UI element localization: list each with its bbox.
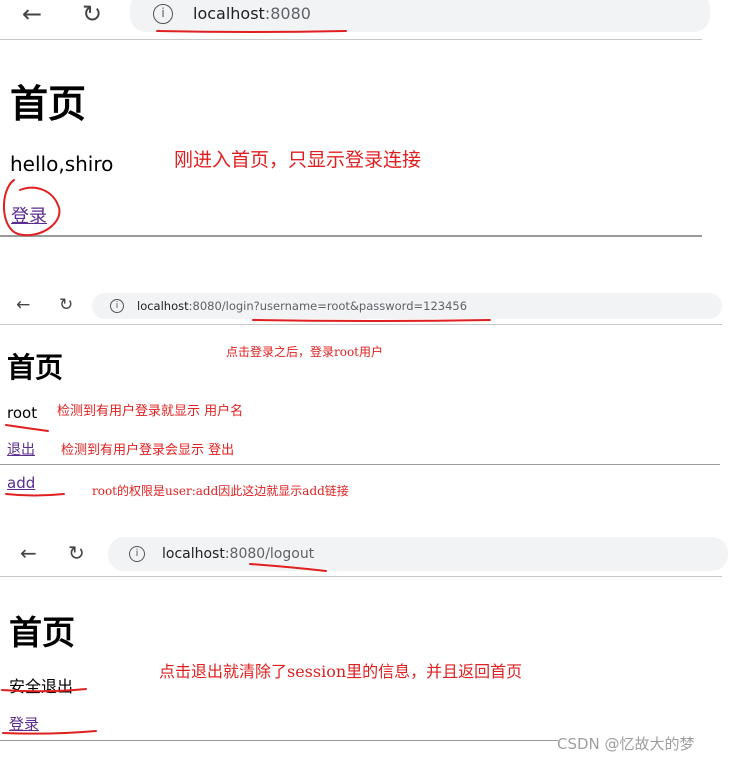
toolbar-divider (0, 324, 722, 325)
reload-button[interactable]: ↻ (82, 0, 102, 28)
reload-button[interactable]: ↻ (59, 295, 73, 315)
info-icon[interactable]: i (129, 546, 145, 562)
page-divider (0, 740, 558, 741)
username-underline (5, 424, 49, 432)
reload-icon: ↻ (59, 295, 74, 315)
reload-icon: ↻ (82, 0, 103, 28)
info-icon[interactable]: i (110, 299, 124, 313)
login-link[interactable]: 登录 (9, 713, 39, 734)
url-host: localhost (193, 4, 265, 23)
url-path: :8080/logout (224, 546, 315, 562)
annotation-logout: 检测到有用户登录会显示 登出 (61, 443, 235, 458)
toolbar-divider (0, 39, 702, 40)
page-title: 首页 (7, 351, 64, 384)
info-icon[interactable]: i (153, 4, 173, 24)
url-text[interactable]: localhost:8080/login?username=root&passw… (137, 299, 467, 313)
login-link[interactable]: 登录 (11, 202, 47, 228)
arrow-left-icon: ← (16, 295, 31, 315)
url-host: localhost (137, 299, 189, 313)
logout-link[interactable]: 退出 (7, 439, 35, 459)
back-button[interactable]: ← (16, 295, 30, 315)
annotation-marks (1, 30, 491, 735)
arrow-left-icon: ← (22, 0, 43, 28)
url-host: localhost (162, 546, 225, 562)
watermark: CSDN @忆故大的梦 (557, 735, 695, 753)
annotation-logout-result: 点击退出就清除了session里的信息，并且返回首页 (159, 662, 523, 681)
url-path: :8080 (264, 4, 311, 23)
logout-status-text: 安全退出 (9, 677, 74, 696)
url-path: :8080/login?username=root&password=12345… (188, 299, 468, 313)
url-text[interactable]: localhost:8080 (193, 4, 311, 23)
page-title: 首页 (10, 82, 87, 126)
back-button[interactable]: ← (20, 541, 37, 565)
add-link[interactable]: add (7, 474, 35, 492)
page-divider (0, 235, 702, 237)
page-divider (0, 464, 720, 465)
add-underline (5, 493, 65, 497)
annotation-username: 检测到有用户登录就显示 用户名 (57, 404, 244, 419)
arrow-left-icon: ← (20, 541, 37, 565)
username-text: root (7, 404, 38, 422)
annotation-login: 点击登录之后，登录root用户 (226, 345, 384, 359)
annotation-initial: 刚进入首页，只显示登录连接 (174, 149, 422, 171)
toolbar-divider (0, 576, 722, 577)
url-text[interactable]: localhost:8080/logout (162, 546, 314, 562)
url-underline (252, 319, 491, 322)
page-title: 首页 (9, 613, 75, 652)
greeting-text: hello,shiro (10, 152, 114, 176)
back-button[interactable]: ← (22, 0, 42, 28)
reload-button[interactable]: ↻ (68, 541, 85, 565)
reload-icon: ↻ (68, 541, 85, 565)
annotation-add: root的权限是user:add因此这边就显示add链接 (92, 484, 349, 498)
